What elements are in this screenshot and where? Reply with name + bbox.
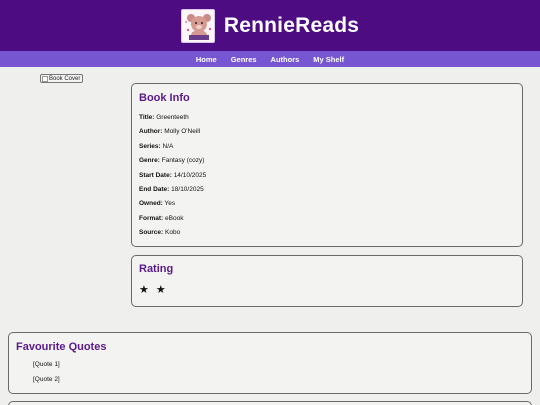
favourite-quotes-card: Favourite Quotes [Quote 1] [Quote 2] [8,332,532,394]
site-title[interactable]: RennieReads [224,14,359,38]
info-row-source: Source: Kobo [139,228,515,242]
info-value: 14/10/2025 [173,171,207,179]
info-row-title: Title: Greenteeth [139,113,515,127]
nav-item-home[interactable]: Home [196,55,217,64]
info-value: eBook [165,214,184,222]
teddy-bear-icon[interactable] [180,8,215,43]
book-info-heading: Book Info [139,92,190,104]
info-value: N/A [162,142,174,150]
info-label: Start Date: [139,171,172,179]
nav-item-my-shelf[interactable]: My Shelf [313,55,344,64]
info-row-series: Series: N/A [139,142,515,156]
quotes-heading: Favourite Quotes [16,341,107,353]
nav-item-genres[interactable]: Genres [231,55,257,64]
main-nav: Home Genres Authors My Shelf [0,51,540,67]
info-label: Source: [139,229,164,237]
quote-item: [Quote 1] [33,361,60,368]
info-row-end-date: End Date: 18/10/2025 [139,185,515,199]
info-row-author: Author: Molly O'Neill [139,127,515,141]
site-header: RennieReads [0,0,540,51]
book-info-card: Book Info Title: Greenteeth Author: Moll… [131,83,523,247]
info-row-format: Format: eBook [139,214,515,228]
info-label: Owned: [139,200,163,208]
broken-image-icon [42,75,48,82]
book-cover-alt-text: Book Cover [49,75,81,82]
info-value: Fantasy (cozy) [161,157,205,165]
info-row-start-date: Start Date: 14/10/2025 [139,171,515,185]
info-row-genre: Genre: Fantasy (cozy) [139,156,515,170]
info-value: Kobo [165,229,181,237]
star-rating: ★ ★ [139,284,168,296]
book-cover-image: Book Cover [40,74,83,83]
info-label: Series: [139,142,161,150]
info-label: Genre: [139,157,160,165]
quote-item: [Quote 2] [33,376,60,383]
info-row-owned: Owned: Yes [139,199,515,213]
info-label: Title: [139,114,155,121]
info-value: 18/10/2025 [171,185,204,193]
nav-item-authors[interactable]: Authors [271,55,300,64]
rating-card: Rating ★ ★ [131,255,523,307]
info-value: Yes [164,200,176,208]
info-label: Author: [139,128,163,136]
info-label: End Date: [139,185,170,193]
rating-heading: Rating [139,263,174,275]
next-section-card [8,401,532,405]
info-value: Molly O'Neill [164,128,201,136]
info-value: Greenteeth [156,114,189,121]
info-label: Format: [139,214,164,222]
